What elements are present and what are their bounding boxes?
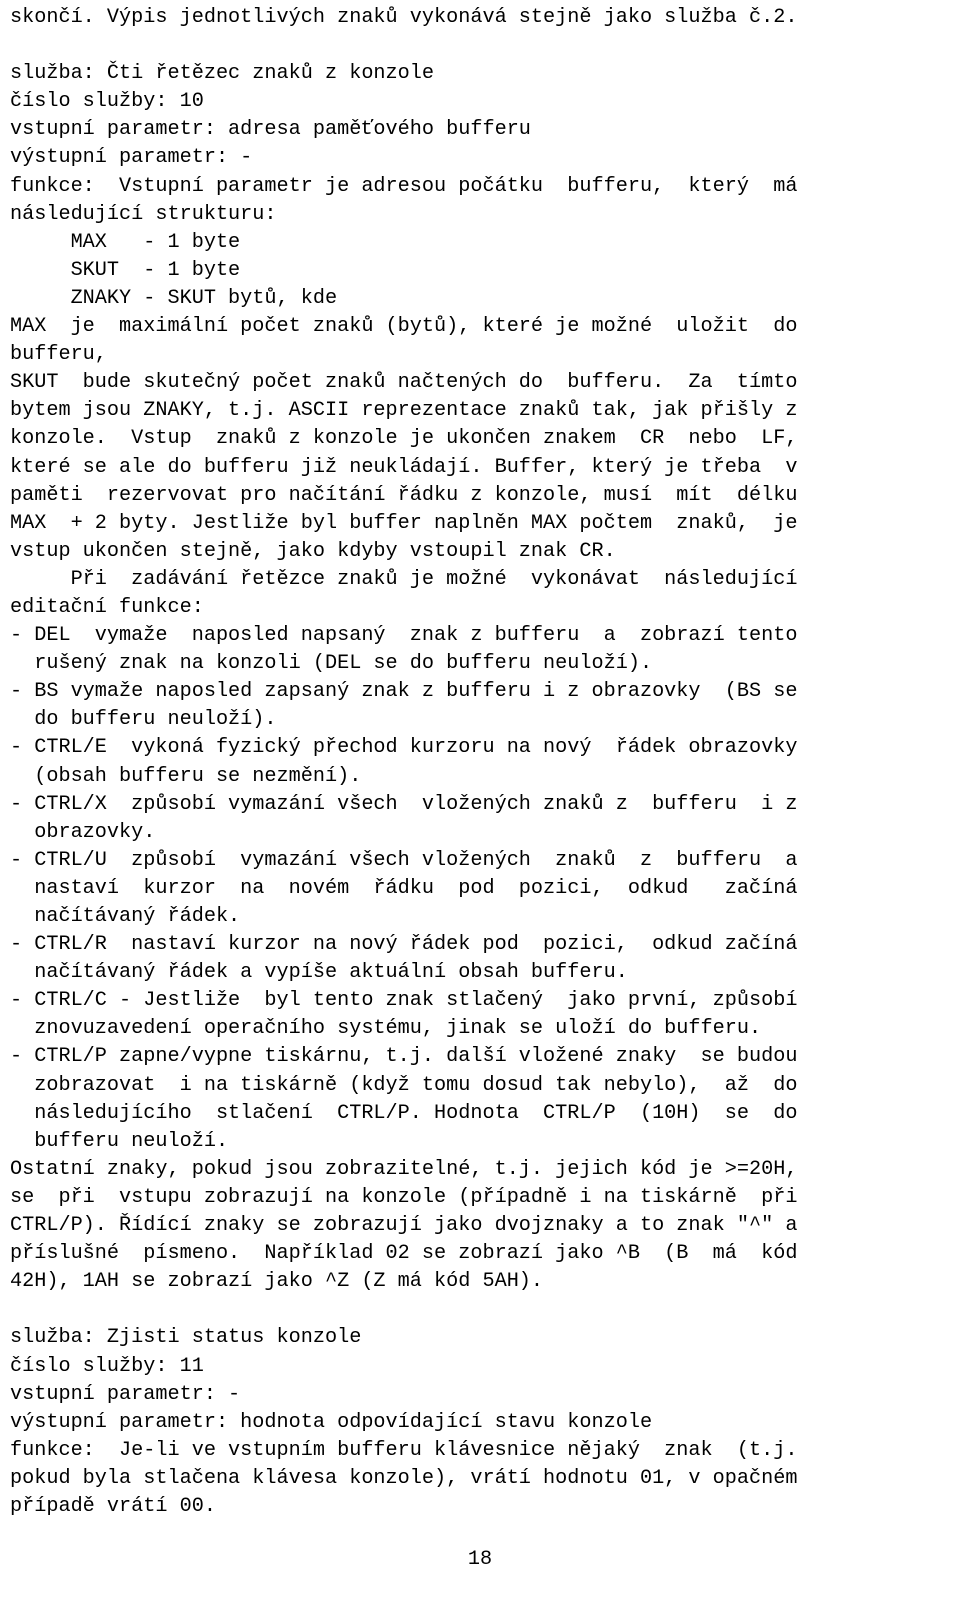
document-page: skončí. Výpis jednotlivých znaků vykonáv… [0,0,960,1601]
text-line: zobrazovat i na tiskárně (když tomu dosu… [10,1073,798,1097]
text-line: - CTRL/R nastaví kurzor na nový řádek po… [10,933,798,957]
text-line: následující strukturu: [10,202,277,226]
text-line: MAX + 2 byty. Jestliže byl buffer naplně… [10,511,798,535]
text-line: obrazovky. [10,820,156,844]
text-line: CTRL/P). Řídící znaky se zobrazují jako … [10,1214,798,1238]
text-line: konzole. Vstup znaků z konzole je ukonče… [10,427,798,451]
text-line: do bufferu neuloží). [10,708,277,732]
text-line: se při vstupu zobrazují na konzole (příp… [10,1185,798,1209]
text-line: Při zadávání řetězce znaků je možné vyko… [10,567,798,591]
text-line: načítávaný řádek a vypíše aktuální obsah… [10,961,628,985]
text-line: - CTRL/U způsobí vymazání všech vloženýc… [10,848,798,872]
text-line: Ostatní znaky, pokud jsou zobrazitelné, … [10,1157,798,1181]
text-line: - DEL vymaže naposled napsaný znak z buf… [10,624,798,648]
text-line: SKUT - 1 byte [10,258,241,282]
text-line: výstupní parametr: hodnota odpovídající … [10,1410,653,1434]
text-line: - CTRL/X způsobí vymazání všech vloženýc… [10,792,798,816]
text-line: paměti rezervovat pro načítání řádku z k… [10,483,798,507]
text-line: 42H), 1AH se zobrazí jako ^Z (Z má kód 5… [10,1270,544,1294]
text-line: případě vrátí 00. [10,1494,216,1518]
text-line: které se ale do bufferu již neukládají. … [10,455,798,479]
text-line: číslo služby: 10 [10,90,204,114]
text-line: bytem jsou ZNAKY, t.j. ASCII reprezentac… [10,399,798,423]
text-line: služba: Zjisti status konzole [10,1326,362,1350]
text-line: MAX je maximální počet znaků (bytů), kte… [10,315,798,339]
text-line: nastaví kurzor na novém řádku pod pozici… [10,876,798,900]
text-line: (obsah bufferu se nezmění). [10,764,362,788]
text-line: skončí. Výpis jednotlivých znaků vykonáv… [10,6,798,29]
text-line: - CTRL/C - Jestliže byl tento znak stlač… [10,989,798,1013]
text-line: funkce: Je-li ve vstupním bufferu kláves… [10,1438,798,1462]
text-line: - CTRL/P zapne/vypne tiskárnu, t.j. dalš… [10,1045,798,1069]
text-line: SKUT bude skutečný počet znaků načtených… [10,371,798,395]
text-line: následujícího stlačení CTRL/P. Hodnota C… [10,1101,798,1125]
text-line: funkce: Vstupní parametr je adresou počá… [10,174,798,198]
text-line: - BS vymaže naposled zapsaný znak z buff… [10,680,798,704]
document-text-body: skončí. Výpis jednotlivých znaků vykonáv… [10,4,948,1521]
text-line: rušený znak na konzoli (DEL se do buffer… [10,652,653,676]
text-line: bufferu neuloží. [10,1129,229,1153]
text-line: MAX - 1 byte [10,230,241,254]
text-line: výstupní parametr: - [10,146,253,170]
text-line: bufferu, [10,343,107,367]
text-line: pokud byla stlačena klávesa konzole), vr… [10,1466,798,1490]
text-line: ZNAKY - SKUT bytů, kde [10,286,338,310]
text-line: načítávaný řádek. [10,905,241,928]
text-line: vstupní parametr: adresa paměťového buff… [10,118,531,142]
text-line: znovuzavedení operačního systému, jinak … [10,1017,762,1041]
text-line: služba: Čti řetězec znaků z konzole [10,62,435,86]
page-number: 18 [467,1548,493,1571]
text-line: příslušné písmeno. Například 02 se zobra… [10,1242,798,1266]
text-line: editační funkce: [10,595,204,619]
text-line: vstup ukončen stejně, jako kdyby vstoupi… [10,539,616,563]
text-line: - CTRL/E vykoná fyzický přechod kurzoru … [10,736,798,760]
text-line: vstupní parametr: - [10,1382,241,1406]
text-line: číslo služby: 11 [10,1354,204,1378]
